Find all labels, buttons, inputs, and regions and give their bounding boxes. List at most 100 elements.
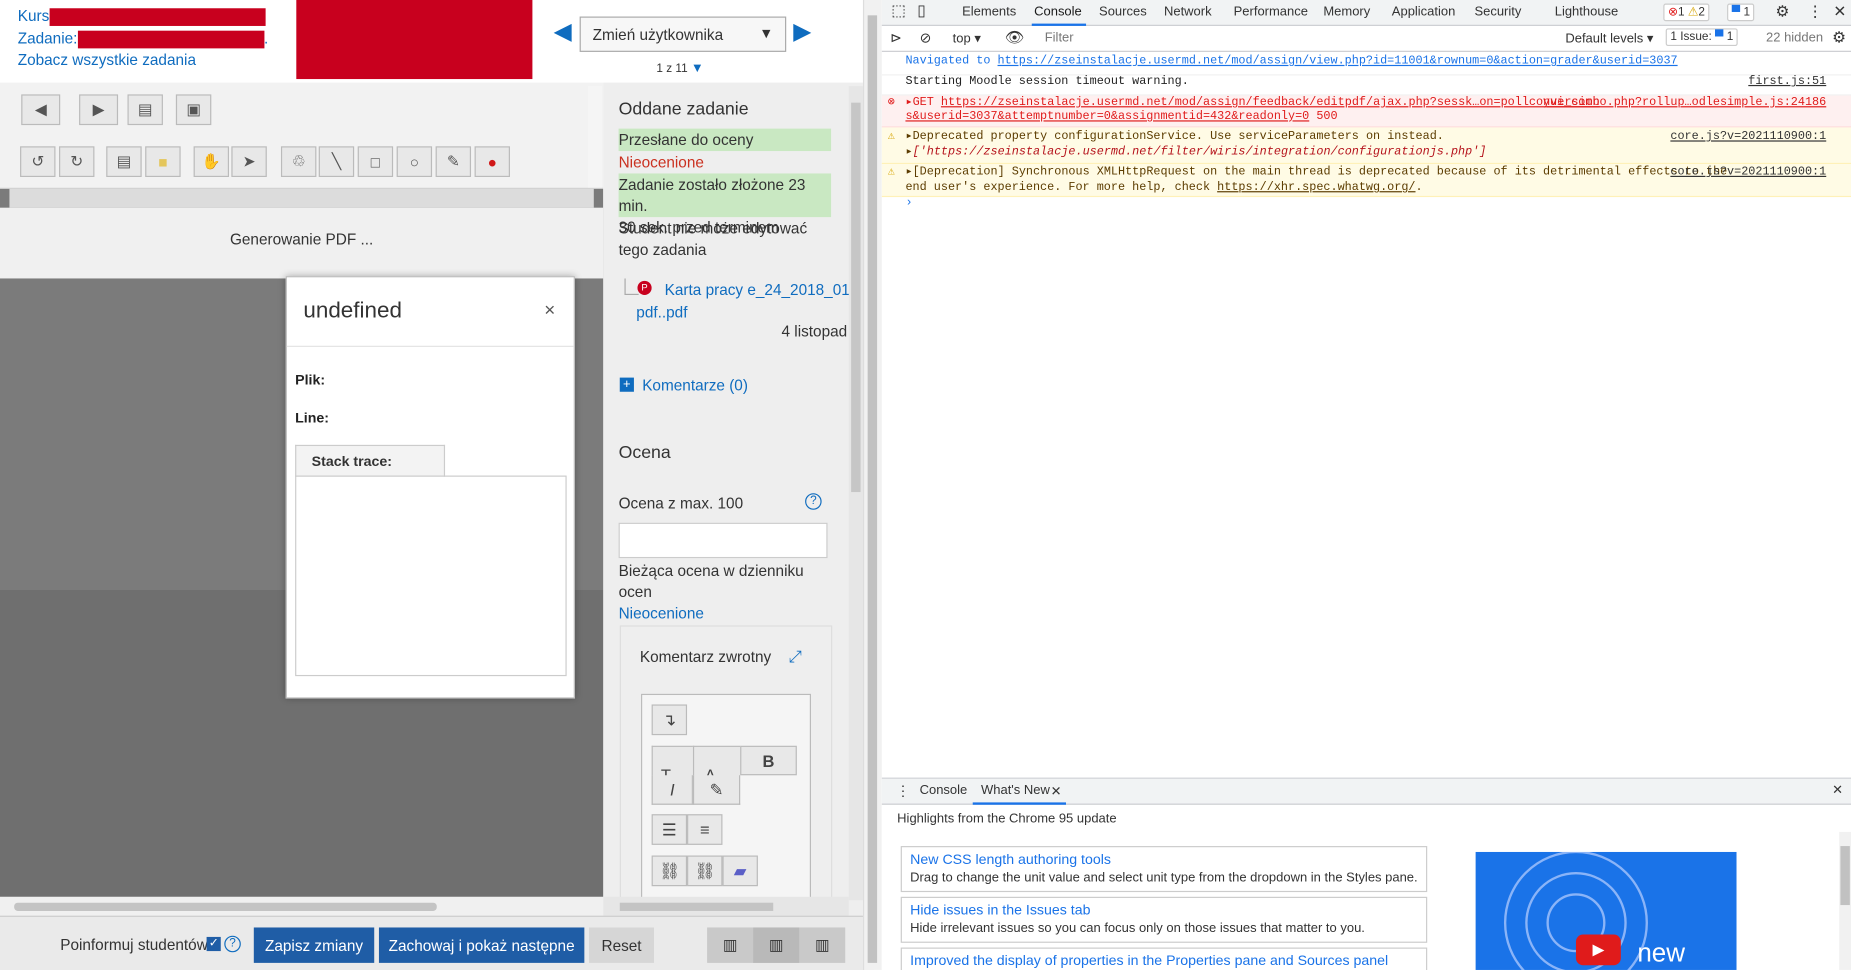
notify-students-checkbox[interactable]: ✓ [206, 936, 221, 952]
rotate-left-button[interactable]: ↺ [20, 146, 56, 177]
next-user-icon[interactable]: ▶ [793, 17, 811, 48]
device-toolbar-icon[interactable]: ▯ [917, 1, 925, 20]
warning2-source[interactable]: core.js?v=2021110900:1 [1670, 165, 1826, 180]
tab-network[interactable]: Network [1164, 5, 1212, 19]
whats-new-item[interactable]: Improved the display of properties in th… [900, 947, 1428, 970]
fullscreen-icon[interactable]: ⤢ [789, 647, 802, 667]
console-settings-icon[interactable]: ⚙ [1832, 28, 1846, 47]
whats-new-item[interactable]: Hide issues in the Issues tab Hide irrele… [900, 896, 1428, 943]
console-filter-input[interactable]: Filter [1039, 29, 1556, 48]
scrollbar-thumb[interactable] [1840, 846, 1850, 906]
error-url[interactable]: https://zseinstalacje.usermd.net/mod/ass… [941, 97, 1600, 110]
panel-scrollbar[interactable] [848, 86, 863, 901]
tab-performance[interactable]: Performance [1234, 5, 1308, 19]
filter-icon[interactable]: ▼ [691, 61, 704, 75]
tab-elements[interactable]: Elements [962, 5, 1016, 19]
issues-badge[interactable]: 1 Issue: ▀ 1 [1665, 28, 1738, 47]
file-link[interactable]: Karta pracy e_24_2018_01_ pdf..pdf [636, 278, 858, 323]
drawer-scrollbar[interactable] [1839, 831, 1851, 970]
view-all-link[interactable]: Zobacz wszystkie zadania [18, 51, 196, 69]
stack-trace-tab[interactable]: Stack trace: [295, 444, 446, 477]
prev-page-button[interactable]: ◀ [21, 94, 61, 126]
stamp-tool-button[interactable]: ♲ [280, 146, 317, 177]
rotate-right-button[interactable]: ↻ [59, 146, 95, 177]
panel-horizontal-scrollbar[interactable] [603, 896, 849, 916]
link-icon[interactable]: ⛓ [651, 855, 688, 887]
error-warning-badge[interactable]: ⊗1 ⚠2 [1663, 3, 1710, 22]
previous-user-icon[interactable]: ◀ [554, 17, 572, 48]
live-expression-icon[interactable]: 👁 [1005, 28, 1024, 47]
tab-security[interactable]: Security [1474, 5, 1521, 19]
settings-icon[interactable]: ⚙ [1775, 2, 1789, 21]
sidebar-toggle-icon[interactable]: ⊳ [890, 29, 902, 46]
console-prompt[interactable]: › [882, 197, 1851, 217]
help-icon[interactable]: ? [224, 935, 241, 953]
message-source[interactable]: first.js:51 [1748, 76, 1826, 89]
close-drawer-icon[interactable]: ✕ [1832, 782, 1843, 798]
scrollbar-thumb[interactable] [867, 15, 878, 963]
warning1-source[interactable]: core.js?v=2021110900:1 [1670, 130, 1826, 145]
gradebook-grade-value[interactable]: Nieocenione [619, 604, 704, 622]
oval-tool-button[interactable]: ○ [396, 146, 433, 177]
ordered-list-icon[interactable]: ≡ [687, 814, 723, 845]
error-source[interactable]: yui_combo.php?rollup…odlesimple.js:24186 [1543, 97, 1826, 111]
reset-button[interactable]: Reset [589, 927, 654, 963]
text-color-icon[interactable]: ✎ [692, 775, 741, 805]
pan-tool-button[interactable]: ✋ [193, 146, 230, 177]
messages-badge[interactable]: ▀ 1 [1727, 3, 1755, 22]
drawer-tab-whats-new[interactable]: What's New [981, 784, 1050, 798]
youtube-play-icon[interactable]: ▶ [1575, 934, 1621, 966]
next-page-button[interactable]: ▶ [79, 94, 119, 126]
comments-link[interactable]: Komentarze (0) [642, 376, 748, 394]
tab-lighthouse[interactable]: Lighthouse [1555, 5, 1619, 19]
select-tool-button[interactable]: ➤ [231, 146, 267, 177]
tab-sources[interactable]: Sources [1099, 5, 1147, 19]
unordered-list-icon[interactable]: ☰ [651, 814, 688, 845]
help-icon[interactable]: ? [805, 493, 822, 510]
layout-default-icon[interactable]: ▥ [753, 927, 800, 963]
line-tool-button[interactable]: ╲ [318, 146, 355, 177]
layout-collapse-grade-icon[interactable]: ▥ [707, 936, 753, 955]
comment-tool-button[interactable]: ▤ [106, 146, 142, 177]
whats-new-item[interactable]: New CSS length authoring tools Drag to ch… [900, 846, 1428, 893]
color-picker-button[interactable]: ■ [145, 146, 181, 177]
warning1-array[interactable]: ['https://zseinstalacje.usermd.net/filte… [913, 146, 1487, 159]
page-scrollbar[interactable] [862, 0, 882, 970]
warning2-link[interactable]: https://xhr.spec.whatwg.org/ [1217, 182, 1415, 195]
bold-icon[interactable]: B [740, 745, 797, 776]
highlighter-tool-button[interactable]: ● [474, 146, 510, 177]
drawer-menu-icon[interactable]: ⋮ [896, 782, 910, 799]
tab-application[interactable]: Application [1392, 5, 1456, 19]
context-selector[interactable]: top ▾ [953, 31, 981, 46]
close-tab-icon[interactable]: ✕ [1051, 784, 1062, 799]
user-select[interactable]: Zmień użytkownika ▼ [579, 16, 787, 52]
clear-console-icon[interactable]: ⊘ [920, 29, 932, 46]
whats-new-video-thumbnail[interactable]: ▶ new [1475, 851, 1737, 970]
scrollbar-thumb[interactable] [851, 102, 861, 493]
teams-icon[interactable]: ▰ [722, 855, 758, 887]
course-link[interactable]: Kurs [18, 7, 266, 27]
more-options-icon[interactable]: ⋮ [1807, 2, 1822, 21]
unlink-icon[interactable]: ⛓ [687, 855, 723, 887]
tab-memory[interactable]: Memory [1323, 5, 1370, 19]
close-icon[interactable]: × [544, 301, 555, 322]
toolbar-toggle-icon[interactable]: ↴ [651, 704, 688, 736]
log-levels-selector[interactable]: Default levels ▾ [1565, 31, 1653, 46]
layout-collapse-review-icon[interactable]: ▥ [799, 936, 845, 955]
grade-input[interactable] [618, 522, 828, 559]
expand-comments-button[interactable]: ▣ [175, 94, 212, 126]
tab-console[interactable]: Console [1034, 5, 1082, 19]
scrollbar-thumb[interactable] [14, 902, 437, 911]
inspect-element-icon[interactable]: ⬚ [891, 1, 906, 20]
rectangle-tool-button[interactable]: □ [357, 146, 394, 177]
pdf-horizontal-scrollbar[interactable] [0, 896, 604, 916]
save-changes-button[interactable]: Zapisz zmiany [253, 927, 375, 963]
navigation-url[interactable]: https://zseinstalacje.usermd.net/mod/ass… [998, 55, 1678, 68]
assignment-link[interactable]: Zadanie:. [18, 29, 268, 49]
drawer-tab-console[interactable]: Console [920, 784, 968, 798]
close-devtools-icon[interactable]: ✕ [1833, 2, 1846, 21]
toolbar-scrollbar[interactable] [587, 86, 603, 188]
scrollbar-thumb[interactable] [619, 902, 774, 911]
pen-tool-button[interactable]: ✎ [435, 146, 472, 177]
save-and-next-button[interactable]: Zachowaj i pokaż następne [378, 927, 585, 963]
